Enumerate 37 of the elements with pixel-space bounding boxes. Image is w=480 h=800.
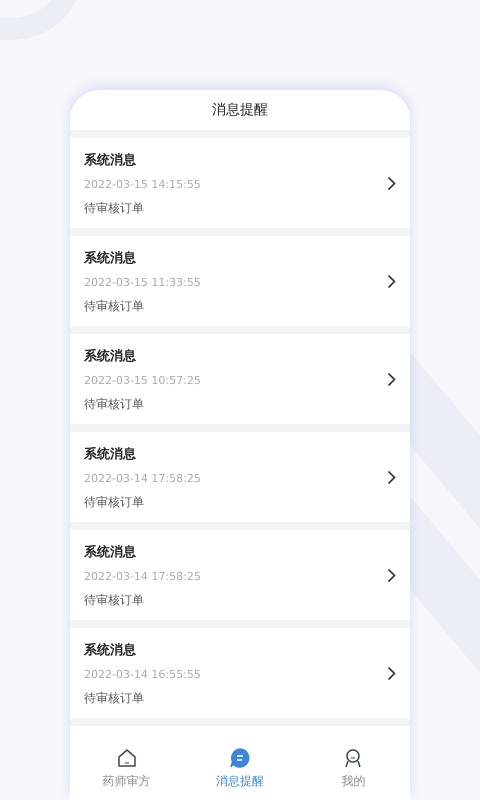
- tab-item[interactable]: 我的: [296, 738, 410, 800]
- chevron-right-icon: [387, 568, 396, 582]
- message-text: 待审核订单: [84, 495, 144, 509]
- chat-bubble-icon: [230, 748, 250, 768]
- message-item[interactable]: 系统消息 2022-03-14 17:58:25 待审核订单: [70, 530, 410, 620]
- tab-item[interactable]: 消息提醒: [183, 738, 297, 800]
- message-title: 系统消息: [84, 153, 136, 168]
- message-item[interactable]: 系统消息 2022-03-15 14:15:55 待审核订单: [70, 138, 410, 228]
- message-time: 2022-03-15 14:15:55: [84, 178, 201, 191]
- message-title: 系统消息: [84, 251, 136, 266]
- chevron-right-icon: [387, 372, 396, 386]
- message-title: 系统消息: [84, 447, 136, 462]
- chevron-right-icon: [387, 470, 396, 484]
- person-icon: [343, 748, 364, 768]
- message-text: 待审核订单: [84, 299, 144, 313]
- message-title: 系统消息: [84, 545, 136, 560]
- message-item[interactable]: 系统消息 2022-03-15 10:57:25 待审核订单: [70, 334, 410, 424]
- tab-item[interactable]: 药师审方: [70, 738, 184, 800]
- message-text: 待审核订单: [84, 397, 144, 411]
- message-text: 待审核订单: [84, 691, 144, 705]
- chevron-right-icon: [387, 176, 396, 190]
- message-title: 系统消息: [84, 349, 136, 364]
- message-time: 2022-03-14 17:58:25: [84, 570, 201, 583]
- home-icon: [116, 748, 137, 768]
- message-text: 待审核订单: [84, 201, 144, 215]
- chevron-right-icon: [387, 274, 396, 288]
- message-time: 2022-03-15 10:57:25: [84, 374, 201, 387]
- message-time: 2022-03-14 16:55:55: [84, 668, 201, 681]
- chevron-right-icon: [387, 666, 396, 680]
- message-time: 2022-03-14 17:58:25: [84, 472, 201, 485]
- message-item[interactable]: 系统消息 2022-03-15 11:33:55 待审核订单: [70, 236, 410, 326]
- message-text: 待审核订单: [84, 593, 144, 607]
- screen-title: 消息提醒: [212, 100, 268, 120]
- message-title: 系统消息: [84, 643, 136, 658]
- message-time: 2022-03-15 11:33:55: [84, 276, 201, 289]
- message-item[interactable]: 系统消息 2022-03-14 16:55:55 待审核订单: [70, 628, 410, 718]
- message-item[interactable]: 系统消息 2022-03-14 17:58:25 待审核订单: [70, 432, 410, 522]
